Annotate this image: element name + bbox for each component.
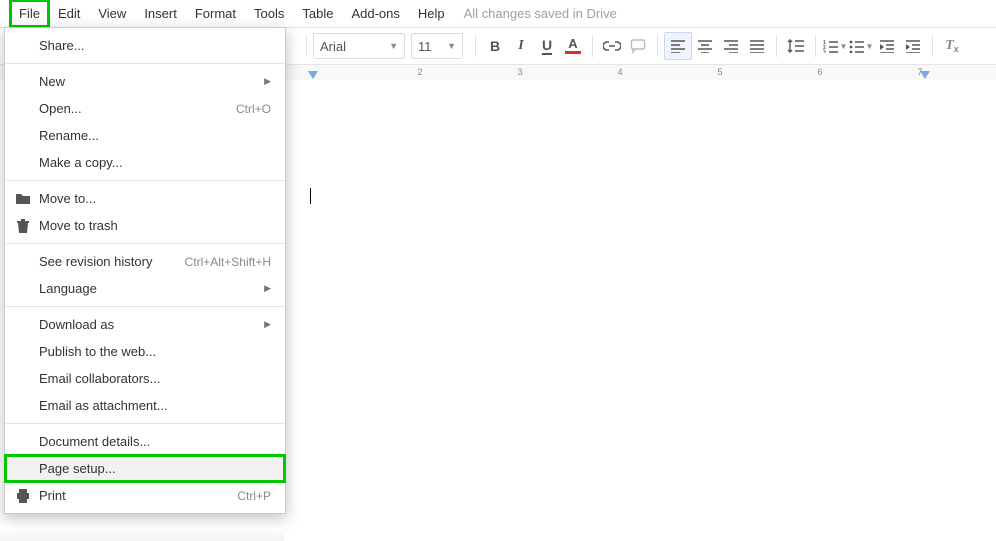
file-dropdown: Share... New ▶ Open... Ctrl+O Rename... Ma… bbox=[4, 27, 286, 514]
chevron-down-icon: ▼ bbox=[389, 41, 398, 51]
textcolor-button[interactable]: A bbox=[560, 33, 586, 59]
menu-publish[interactable]: Publish to the web... bbox=[5, 338, 285, 365]
menu-makecopy[interactable]: Make a copy... bbox=[5, 149, 285, 176]
menu-open[interactable]: Open... Ctrl+O bbox=[5, 95, 285, 122]
menu-label: Page setup... bbox=[39, 461, 116, 476]
submenu-caret-icon: ▶ bbox=[264, 76, 271, 87]
ruler-num: 2 bbox=[417, 67, 422, 77]
folder-icon bbox=[15, 191, 31, 207]
clear-formatting-button[interactable]: Tx bbox=[939, 33, 965, 59]
menu-label: Open... bbox=[39, 101, 82, 116]
menubar: File Edit View Insert Format Tools Table… bbox=[0, 0, 996, 28]
ruler-num: 7 bbox=[917, 67, 922, 77]
align-right-button[interactable] bbox=[718, 33, 744, 59]
menu-rename[interactable]: Rename... bbox=[5, 122, 285, 149]
menu-label: Make a copy... bbox=[39, 155, 123, 170]
save-status: All changes saved in Drive bbox=[464, 6, 617, 21]
menu-label: Move to... bbox=[39, 191, 96, 206]
ruler-num: 3 bbox=[517, 67, 522, 77]
submenu-caret-icon: ▶ bbox=[264, 319, 271, 330]
menu-table[interactable]: Table bbox=[293, 0, 342, 27]
shortcut: Ctrl+P bbox=[237, 489, 271, 503]
italic-button[interactable]: I bbox=[508, 33, 534, 59]
menu-docdetails[interactable]: Document details... bbox=[5, 428, 285, 455]
menu-file[interactable]: File bbox=[10, 0, 49, 27]
separator bbox=[776, 35, 777, 57]
separator bbox=[306, 35, 307, 57]
underline-button[interactable]: U bbox=[534, 33, 560, 59]
bold-button[interactable]: B bbox=[482, 33, 508, 59]
menu-language[interactable]: Language ▶ bbox=[5, 275, 285, 302]
svg-text:3: 3 bbox=[823, 50, 826, 53]
indent-decrease-button[interactable] bbox=[874, 33, 900, 59]
fontsize-select[interactable]: 11 ▼ bbox=[411, 33, 463, 59]
shortcut: Ctrl+O bbox=[236, 102, 271, 116]
menu-label: Rename... bbox=[39, 128, 99, 143]
menu-edit[interactable]: Edit bbox=[49, 0, 89, 27]
menu-help[interactable]: Help bbox=[409, 0, 454, 27]
ruler-num: 6 bbox=[817, 67, 822, 77]
ruler-num: 5 bbox=[717, 67, 722, 77]
menu-label: New bbox=[39, 74, 65, 89]
menu-emailcollab[interactable]: Email collaborators... bbox=[5, 365, 285, 392]
menu-tools[interactable]: Tools bbox=[245, 0, 293, 27]
align-left-button[interactable] bbox=[664, 32, 692, 60]
menu-label: Email as attachment... bbox=[39, 398, 168, 413]
fontsize-label: 11 bbox=[418, 39, 432, 54]
indent-increase-button[interactable] bbox=[900, 33, 926, 59]
menu-movetrash[interactable]: Move to trash bbox=[5, 212, 285, 239]
menu-revision-history[interactable]: See revision history Ctrl+Alt+Shift+H bbox=[5, 248, 285, 275]
ruler-num: 4 bbox=[617, 67, 622, 77]
link-button[interactable] bbox=[599, 33, 625, 59]
separator bbox=[592, 35, 593, 57]
menu-label: Email collaborators... bbox=[39, 371, 160, 386]
menu-new[interactable]: New ▶ bbox=[5, 68, 285, 95]
separator bbox=[5, 423, 285, 424]
menu-label: Share... bbox=[39, 38, 85, 53]
linespacing-button[interactable] bbox=[783, 33, 809, 59]
separator bbox=[475, 35, 476, 57]
font-select-label: Arial bbox=[320, 39, 346, 54]
separator bbox=[5, 306, 285, 307]
separator bbox=[5, 243, 285, 244]
menu-moveto[interactable]: Move to... bbox=[5, 185, 285, 212]
menu-format[interactable]: Format bbox=[186, 0, 245, 27]
menu-label: Language bbox=[39, 281, 97, 296]
menu-view[interactable]: View bbox=[89, 0, 135, 27]
comment-button[interactable] bbox=[625, 33, 651, 59]
text-cursor bbox=[310, 188, 311, 204]
separator bbox=[932, 35, 933, 57]
separator bbox=[5, 63, 285, 64]
print-icon bbox=[15, 488, 31, 504]
menu-addons[interactable]: Add-ons bbox=[342, 0, 408, 27]
menu-pagesetup[interactable]: Page setup... bbox=[5, 455, 285, 482]
menu-share[interactable]: Share... bbox=[5, 32, 285, 59]
decorative-shadow bbox=[0, 529, 284, 541]
menu-insert[interactable]: Insert bbox=[135, 0, 186, 27]
menu-label: Move to trash bbox=[39, 218, 118, 233]
menu-label: Download as bbox=[39, 317, 114, 332]
trash-icon bbox=[15, 218, 31, 234]
menu-label: Print bbox=[39, 488, 66, 503]
font-select[interactable]: Arial ▼ bbox=[313, 33, 405, 59]
menu-print[interactable]: Print Ctrl+P bbox=[5, 482, 285, 509]
menu-label: See revision history bbox=[39, 254, 152, 269]
align-center-button[interactable] bbox=[692, 33, 718, 59]
bullet-list-button[interactable]: ▼ bbox=[848, 33, 874, 59]
menu-label: Publish to the web... bbox=[39, 344, 156, 359]
menu-downloadas[interactable]: Download as ▶ bbox=[5, 311, 285, 338]
menu-label: Document details... bbox=[39, 434, 150, 449]
ruler-left-marker[interactable] bbox=[308, 71, 318, 79]
align-justify-button[interactable] bbox=[744, 33, 770, 59]
chevron-down-icon: ▼ bbox=[447, 41, 456, 51]
shortcut: Ctrl+Alt+Shift+H bbox=[185, 255, 271, 269]
numbered-list-button[interactable]: 123 ▼ bbox=[822, 33, 848, 59]
separator bbox=[5, 180, 285, 181]
menu-emailattach[interactable]: Email as attachment... bbox=[5, 392, 285, 419]
separator bbox=[657, 35, 658, 57]
submenu-caret-icon: ▶ bbox=[264, 283, 271, 294]
separator bbox=[815, 35, 816, 57]
